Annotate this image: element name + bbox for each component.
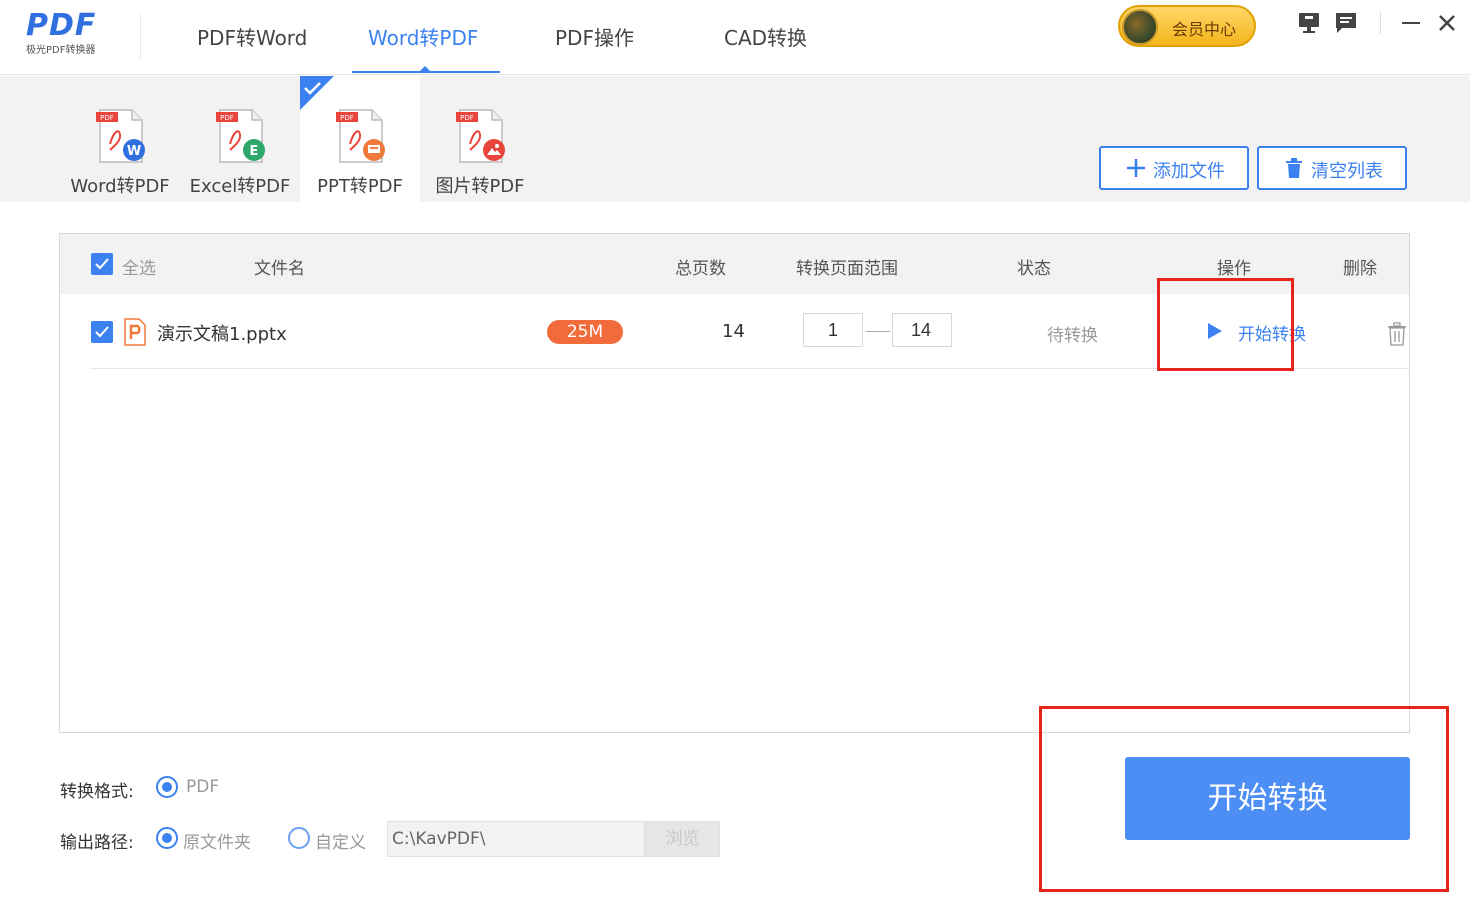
type-label: PPT转PDF [317,176,403,197]
tab-cad-convert[interactable]: CAD转换 [724,22,807,56]
svg-text:PDF: PDF [340,114,354,122]
svg-text:W: W [127,144,141,159]
range-to-input[interactable]: 14 [892,313,952,347]
browse-button[interactable]: 浏览 [645,821,720,857]
output-custom-radio[interactable] [288,827,310,849]
file-size-badge: 25M [547,320,623,344]
file-table: 全选 文件名 总页数 转换页面范围 状态 操作 删除 演示文稿1.pptx 25… [59,233,1410,733]
ppt-file-icon: PDF [336,109,385,163]
word-file-icon: PDF W [96,109,145,163]
start-convert-button[interactable]: 开始转换 [1125,757,1410,840]
trash-icon [1286,158,1302,178]
type-excel-to-pdf[interactable]: PDF E Excel转PDF [180,76,300,202]
svg-text:PDF: PDF [220,114,234,122]
ppt-icon [124,318,146,346]
active-tab-caret [420,66,430,71]
add-file-button[interactable]: 添加文件 [1099,146,1249,190]
select-all-label: 全选 [122,259,156,279]
logo-text: PDF [26,8,97,43]
svg-text:PDF: PDF [100,114,114,122]
row-action-label: 开始转换 [1238,325,1306,345]
type-label: Word转PDF [70,176,170,197]
table-row: 演示文稿1.pptx 25M 14 1 14 待转换 开始转换 [90,294,1409,369]
output-path-input[interactable]: C:\KavPDF\ [387,821,645,857]
range-from-input[interactable]: 1 [803,313,863,347]
tab-pdf-to-word[interactable]: PDF转Word [197,22,307,56]
format-pdf-label: PDF [186,777,220,797]
svg-text:PDF: PDF [460,114,474,122]
feedback-icon[interactable] [1333,10,1359,36]
status-text: 待转换 [1047,326,1098,346]
range-separator [866,331,890,332]
output-path-label: 输出路径: [60,833,134,853]
member-center-button[interactable]: 会员中心 [1118,5,1256,47]
avatar [1122,9,1158,45]
type-label: Excel转PDF [189,176,291,197]
file-name: 演示文稿1.pptx [157,324,287,345]
header-status: 状态 [1017,259,1051,279]
selected-check-icon [300,76,334,110]
output-custom-label: 自定义 [315,833,366,853]
image-file-icon: PDF [456,109,505,163]
member-center-label: 会员中心 [1172,20,1237,39]
type-ppt-to-pdf[interactable]: PDF PPT转PDF [300,76,420,202]
window-controls-divider [1380,12,1381,34]
conversion-type-bar: PDF W Word转PDF PDF E Excel转PDF PDF PPT转P… [0,76,1470,202]
output-original-label: 原文件夹 [183,833,251,853]
header-action: 操作 [1217,259,1251,279]
header-filename: 文件名 [254,259,305,279]
clear-list-button[interactable]: 清空列表 [1257,146,1407,190]
active-tab-indicator [352,71,500,73]
monitor-icon[interactable] [1296,10,1322,36]
header-delete: 删除 [1343,259,1377,279]
select-all-checkbox[interactable] [91,253,113,275]
format-pdf-radio[interactable] [156,776,178,798]
type-word-to-pdf[interactable]: PDF W Word转PDF [60,76,180,202]
header-range: 转换页面范围 [796,259,898,279]
minimize-icon[interactable] [1398,10,1424,36]
clear-list-label: 清空列表 [1311,161,1383,182]
delete-trash-icon[interactable] [1386,322,1408,346]
logo-divider [140,14,141,60]
play-icon [1208,323,1222,339]
logo-subtitle: 极光PDF转换器 [26,45,96,56]
tab-pdf-operations[interactable]: PDF操作 [555,22,634,56]
type-image-to-pdf[interactable]: PDF 图片转PDF [420,76,540,202]
output-original-radio[interactable] [156,827,178,849]
app-logo: PDF 极光PDF转换器 [26,10,126,62]
type-label: 图片转PDF [435,176,525,197]
tab-word-to-pdf[interactable]: Word转PDF [368,22,478,56]
header-pages: 总页数 [675,259,726,279]
add-file-label: 添加文件 [1153,161,1225,182]
excel-file-icon: PDF E [216,109,265,163]
app-window: PDF 极光PDF转换器 PDF转Word Word转PDF PDF操作 CAD… [0,0,1470,900]
svg-text:E: E [250,144,259,159]
row-checkbox[interactable] [91,321,113,343]
title-bar: PDF 极光PDF转换器 PDF转Word Word转PDF PDF操作 CAD… [0,0,1470,75]
total-pages: 14 [722,321,745,342]
format-label: 转换格式: [60,782,134,802]
close-icon[interactable] [1434,10,1460,36]
plus-icon [1127,159,1145,177]
table-header: 全选 文件名 总页数 转换页面范围 状态 操作 删除 [60,234,1409,294]
